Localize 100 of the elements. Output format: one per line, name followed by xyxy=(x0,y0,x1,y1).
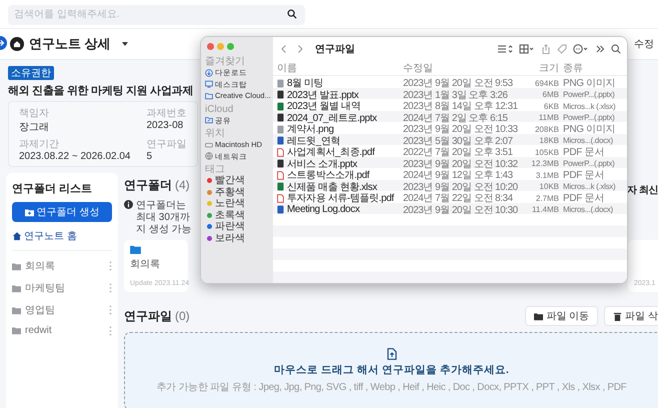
sidebar-heading: iCloud xyxy=(205,104,234,114)
file-row[interactable]: 2023년 월별 내역 2023년 8월 14일 오후 12:31 6KB Micros...k (.xlsx) xyxy=(273,99,627,110)
folder-item[interactable]: redwit xyxy=(12,321,112,340)
ownership-badge: 소유권한 xyxy=(8,66,54,80)
info-value: 2023-08 xyxy=(146,120,184,131)
sidebar-item[interactable]: 초록색 xyxy=(205,210,269,221)
folder-icon xyxy=(534,312,544,320)
delete-file-button[interactable]: 파일 삭 xyxy=(604,306,658,326)
folder-item[interactable]: 회의록 xyxy=(12,255,112,277)
maximize-icon[interactable] xyxy=(227,43,234,50)
panel-title: 연구폴더 리스트 xyxy=(12,182,94,196)
modified-date: 2023년 9월 20일 오전 10:20 xyxy=(403,180,519,194)
modified-date: 2022년 7월 20일 오후 3:51 xyxy=(403,146,514,159)
info-label: 과제기간 xyxy=(19,138,60,151)
folder-item[interactable]: 마케팅팀 xyxy=(12,277,112,299)
notice-text: 연구폴더는 최대 30개까지 생성 가능 xyxy=(136,200,193,236)
modified-date: 2024년 9월 12일 오후 1:43 xyxy=(403,169,514,182)
file-size: 6KB xyxy=(542,102,559,110)
file-size: 6MB xyxy=(542,90,559,99)
caret-icon[interactable] xyxy=(122,42,128,46)
sidebar-heading: 태그 xyxy=(205,164,226,175)
modified-date: 2023년 9월 20일 오전 10:33 xyxy=(403,123,519,136)
sidebar-heading: 위치 xyxy=(205,128,226,139)
folder-item[interactable]: 영업팀 xyxy=(12,299,112,321)
sidebar-item[interactable]: 주황색 xyxy=(205,186,269,198)
file-row[interactable]: 스트롱박스소개.pdf 2024년 9월 12일 오후 1:43 3.1MB PDF 문서 xyxy=(273,168,627,180)
sort-option[interactable]: 자 최신 xyxy=(627,183,658,197)
info-label: 연구파일 xyxy=(146,138,186,151)
drop-message: 마우스로 드래그 해서 연구파일을 추가해주세요. xyxy=(274,363,509,377)
file-row[interactable]: 2023년 발표.pptx 2023년 1월 3일 오후 3:26 6MB PowerP...(.pptx) xyxy=(273,88,627,99)
file-kind: PowerP...(.pptx) xyxy=(563,159,616,168)
file-name: 계약서.png xyxy=(287,124,334,136)
file-kind: PDF 문서 xyxy=(563,146,605,159)
share-icon[interactable] xyxy=(541,44,551,54)
sidebar-item[interactable]: 파란색 xyxy=(205,221,269,232)
double-chevron-icon[interactable] xyxy=(595,44,605,54)
list-view-icon[interactable] xyxy=(497,44,513,54)
info-icon xyxy=(124,200,133,209)
column-header[interactable]: 이름 xyxy=(277,61,399,75)
back-icon[interactable] xyxy=(279,44,289,54)
folder-icon xyxy=(130,245,141,254)
tag-icon[interactable] xyxy=(557,44,567,54)
shared-folder-icon xyxy=(205,116,213,124)
file-name: 서비스 소개.pptx xyxy=(287,158,358,170)
sidebar-item[interactable]: 빨간색 xyxy=(205,175,269,186)
folder-icon xyxy=(12,284,21,292)
file-row[interactable]: Meeting Log.docx 2023년 9월 20일 오전 10:30 11.4MB Micros...(.docx) xyxy=(273,202,627,214)
file-name: Meeting Log.docx xyxy=(287,204,360,215)
folder-count: (4) xyxy=(175,178,190,192)
home-link[interactable]: 연구노트 홈 xyxy=(12,222,112,251)
file-row[interactable]: 계약서.png 2023년 9월 20일 오전 10:33 208KB PNG 이미지 xyxy=(273,122,627,134)
file-kind: Micros...(.docx) xyxy=(563,136,614,145)
file-name: 레드윗_연혁 xyxy=(287,134,340,148)
grid-view-icon[interactable] xyxy=(519,44,535,54)
file-name: 신제품 매출 현황.xlsx xyxy=(287,180,377,194)
file-row[interactable]: 2024_07_레트로.pptx 2024년 7월 2일 오후 6:15 11MB PowerP...(.pptx) xyxy=(273,110,627,122)
modified-date: 2023년 9월 20일 오전 9:53 xyxy=(403,77,514,90)
modified-date: 2024년 7월 2일 오후 6:15 xyxy=(403,112,508,124)
file-row[interactable]: 투자자용 서류-템플릿.pdf 2024년 7월 22일 오전 8:34 2.7MB PDF 문서 xyxy=(273,191,627,202)
column-header[interactable]: 크기 xyxy=(525,61,559,75)
file-kind: PNG 이미지 xyxy=(563,123,616,136)
file-kind: PDF 문서 xyxy=(563,169,605,182)
file-row[interactable]: 신제품 매출 현황.xlsx 2023년 9월 20일 오전 10:20 10KB Micros...k (.xlsx) xyxy=(273,180,627,191)
home-icon xyxy=(12,231,22,241)
edit-button[interactable]: 수정 xyxy=(634,37,658,51)
file-row[interactable]: 레드윗_연혁 2023년 5월 30일 오후 2:07 18KB Micros...(.docx) xyxy=(273,134,627,145)
search-field[interactable]: 검색어를 입력해주세요. xyxy=(8,4,305,24)
move-file-button[interactable]: 파일 이동 xyxy=(525,306,598,326)
column-header[interactable]: 수정일 xyxy=(403,61,521,75)
file-upload-icon xyxy=(386,348,396,360)
file-size: 208KB xyxy=(534,124,559,134)
file-size: 11MB xyxy=(538,113,559,122)
create-folder-button[interactable]: 연구폴더 생성 xyxy=(12,202,112,222)
file-drop-zone[interactable]: 마우스로 드래그 해서 연구파일을 추가해주세요. 추가 가능한 파일 유형 : Jpeg, Jpg, Png, SVG , tiff , Webp , Heif , Heic , Doc , Docx, PPTX , PPT , Xls , Xlsx , PDF xyxy=(124,332,658,408)
close-icon[interactable] xyxy=(207,43,214,50)
file-name: 8월 미팅 xyxy=(287,77,324,90)
minimize-icon[interactable] xyxy=(217,43,224,50)
file-name: 2024_07_레트로.pptx xyxy=(287,112,377,124)
file-row[interactable]: 서비스 소개.pptx 2023년 9월 20일 오전 10:32 12.3MB PowerP...(.pptx) xyxy=(273,156,627,168)
forward-icon[interactable] xyxy=(295,44,305,54)
more-icon[interactable] xyxy=(573,44,589,54)
section-title: 연구폴더 xyxy=(124,176,172,194)
file-count: (0) xyxy=(175,309,190,323)
column-header[interactable]: 종류 xyxy=(563,61,627,75)
sidebar-item[interactable]: 노란색 xyxy=(205,198,269,210)
file-size: 11.4MB xyxy=(531,205,559,214)
file-size: 18KB xyxy=(538,136,559,145)
section-title: 연구파일 xyxy=(124,308,172,324)
sidebar-item[interactable]: 보라색 xyxy=(205,232,269,244)
search-icon[interactable] xyxy=(611,44,621,54)
modified-date: 2023년 8월 14일 오후 12:31 xyxy=(403,100,519,113)
file-name: 사업계획서_최종.pdf xyxy=(287,146,374,159)
info-value: 2023.08.22 ~ 2026.02.04 xyxy=(19,151,130,162)
trash-icon xyxy=(613,312,622,320)
file-kind: Micros...k (.xlsx) xyxy=(563,182,616,191)
file-kind: PNG 이미지 xyxy=(563,77,616,90)
file-size: 12.3MB xyxy=(530,159,559,168)
file-row[interactable]: 8월 미팅 2023년 9월 20일 오전 9:53 694KB PNG 이미지 xyxy=(273,76,627,88)
file-row[interactable]: 사업계획서_최종.pdf 2022년 7월 20일 오후 3:51 105KB PDF 문서 xyxy=(273,145,627,156)
file-name: 2023년 월별 내역 xyxy=(287,100,360,113)
